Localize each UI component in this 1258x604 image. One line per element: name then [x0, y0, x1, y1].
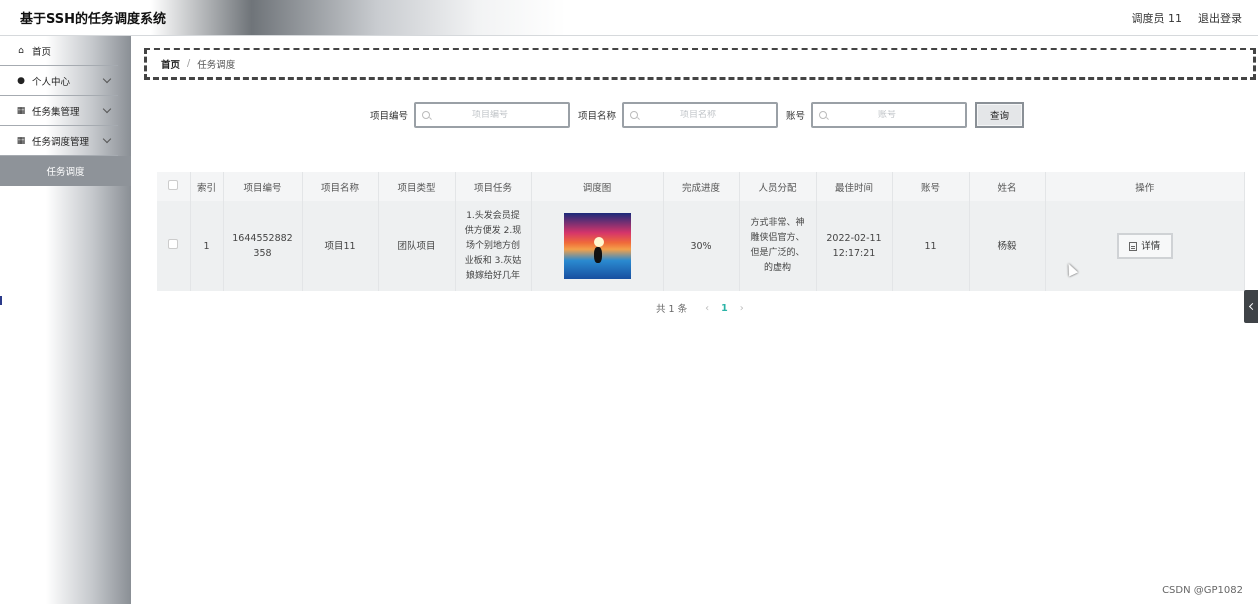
schedule-thumbnail[interactable] — [563, 213, 631, 279]
project-name-label: 项目名称 — [578, 111, 617, 122]
cell-project-name: 项目11 — [302, 201, 379, 291]
project-no-input[interactable] — [430, 110, 551, 120]
project-name-input[interactable] — [638, 110, 759, 120]
account-label: 账号 — [786, 111, 806, 122]
header-select-all[interactable] — [157, 172, 191, 201]
select-all-checkbox[interactable] — [168, 180, 179, 190]
cell-staff: 方式非常、神雕侠侣官方、但是广泛的、的虚构 — [739, 201, 817, 291]
cell-action: 详情 — [1045, 201, 1245, 291]
chevron-left-icon — [1248, 302, 1256, 311]
home-icon: ⌂ — [18, 45, 24, 56]
current-user: 调度员 11 — [1131, 12, 1183, 25]
pagination: 共 1 条 ‹ 1 › — [656, 301, 752, 316]
watermark: CSDN @GP1082 — [1162, 585, 1243, 596]
search-icon — [630, 111, 639, 119]
sidebar-item-home[interactable]: ⌂ 首页 — [0, 36, 118, 66]
sidebar-subitem-task-dispatch[interactable]: 任务调度 — [0, 156, 131, 186]
header-project-no: 项目编号 — [223, 172, 303, 201]
query-button[interactable]: 查询 — [975, 102, 1025, 128]
prev-page-icon[interactable]: ‹ — [705, 303, 709, 314]
top-header: 基于SSH的任务调度系统 调度员 11 退出登录 — [0, 0, 1258, 36]
search-icon — [819, 111, 828, 119]
collapse-handle[interactable] — [1244, 290, 1258, 323]
breadcrumb-separator: / — [187, 58, 191, 69]
header-action: 操作 — [1045, 172, 1245, 201]
sun-shape — [593, 237, 604, 247]
sidebar-item-personal-center[interactable]: ● 个人中心 — [0, 66, 118, 96]
cell-name: 杨毅 — [969, 201, 1046, 291]
detail-button-label: 详情 — [1141, 240, 1161, 252]
edge-marker — [0, 296, 2, 305]
cell-project-no: 1644552882358 — [223, 201, 303, 291]
account-input[interactable] — [827, 110, 948, 120]
project-no-field[interactable] — [414, 102, 571, 128]
grid-icon: ▦ — [16, 135, 26, 146]
user-icon: ● — [17, 75, 25, 86]
project-name-field[interactable] — [622, 102, 779, 128]
page-number[interactable]: 1 — [721, 303, 728, 314]
pagination-total: 共 1 条 — [656, 304, 688, 315]
table-header-row: 索引 项目编号 项目名称 项目类型 项目任务 调度图 完成进度 人员分配 最佳时… — [157, 172, 1245, 201]
sidebar: ⌂ 首页 ● 个人中心 ▦ 任务集管理 ▦ 任务调度管理 任务调度 — [0, 36, 131, 604]
grid-icon: ▦ — [16, 105, 26, 116]
breadcrumb: 首页 / 任务调度 — [144, 48, 1256, 80]
cell-best-time: 2022-02-11 12:17:21 — [816, 201, 893, 291]
sidebar-item-task-schedule[interactable]: ▦ 任务调度管理 — [0, 126, 118, 156]
detail-button[interactable]: 详情 — [1116, 233, 1173, 259]
breadcrumb-current: 任务调度 — [197, 59, 236, 71]
sidebar-item-task-set[interactable]: ▦ 任务集管理 — [0, 96, 118, 126]
cell-progress: 30% — [663, 201, 740, 291]
header-progress: 完成进度 — [663, 172, 740, 201]
header-best-time: 最佳时间 — [816, 172, 893, 201]
cell-project-task: 1.头发会员提供方便发 2.现场个别地方创业板和 3.灰姑娘嫁给好几年 — [455, 201, 532, 291]
search-bar: 项目编号 项目名称 账号 查询 — [370, 102, 1025, 128]
header-account: 账号 — [892, 172, 970, 201]
cell-index: 1 — [190, 201, 224, 291]
project-no-label: 项目编号 — [370, 111, 409, 122]
header-name: 姓名 — [969, 172, 1046, 201]
figure-silhouette — [593, 247, 602, 263]
account-field[interactable] — [811, 102, 968, 128]
header-schedule-image: 调度图 — [531, 172, 664, 201]
breadcrumb-home[interactable]: 首页 — [161, 57, 180, 71]
table-row: 1 1644552882358 项目11 团队项目 1.头发会员提供方便发 2.… — [157, 201, 1245, 291]
sidebar-item-label: 个人中心 — [32, 76, 71, 88]
header-project-type: 项目类型 — [378, 172, 456, 201]
chevron-down-icon — [102, 104, 112, 114]
row-select-cell[interactable] — [157, 201, 191, 291]
header-staff: 人员分配 — [739, 172, 817, 201]
sidebar-item-label: 首页 — [32, 46, 52, 58]
next-page-icon[interactable]: › — [740, 303, 744, 314]
document-icon — [1129, 241, 1138, 251]
row-checkbox[interactable] — [168, 238, 179, 249]
header-project-task: 项目任务 — [455, 172, 532, 201]
chevron-down-icon — [102, 134, 112, 144]
cell-account: 11 — [892, 201, 970, 291]
app-title: 基于SSH的任务调度系统 — [20, 12, 167, 27]
logout-link[interactable]: 退出登录 — [1198, 10, 1242, 26]
task-table: 索引 项目编号 项目名称 项目类型 项目任务 调度图 完成进度 人员分配 最佳时… — [157, 172, 1245, 291]
search-icon — [422, 111, 431, 119]
cell-schedule-image — [531, 201, 664, 291]
sidebar-item-label: 任务调度管理 — [32, 136, 90, 148]
sidebar-item-label: 任务集管理 — [32, 106, 80, 118]
chevron-down-icon — [102, 74, 112, 84]
cell-project-type: 团队项目 — [378, 201, 456, 291]
header-index: 索引 — [190, 172, 224, 201]
header-project-name: 项目名称 — [302, 172, 379, 201]
